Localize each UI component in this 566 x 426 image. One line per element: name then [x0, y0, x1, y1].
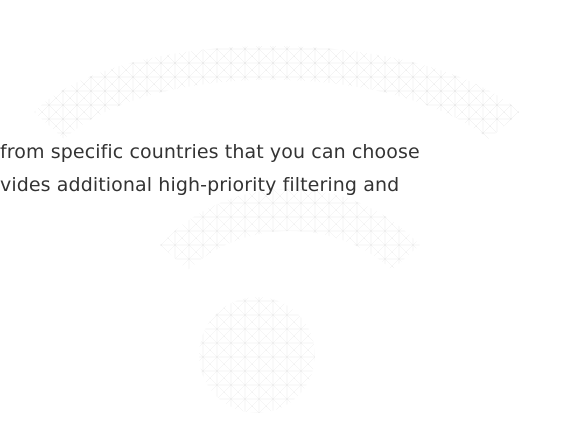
wifi-dot — [199, 297, 315, 413]
description-line-1: from specific countries that you can cho… — [0, 141, 420, 163]
wifi-icon — [34, 46, 520, 413]
wifi-arc-middle — [160, 188, 420, 270]
page: from specific countries that you can cho… — [0, 0, 566, 426]
description-line-2: vides additional high-priority filtering… — [0, 174, 400, 196]
wifi-arc-outer — [34, 46, 520, 139]
